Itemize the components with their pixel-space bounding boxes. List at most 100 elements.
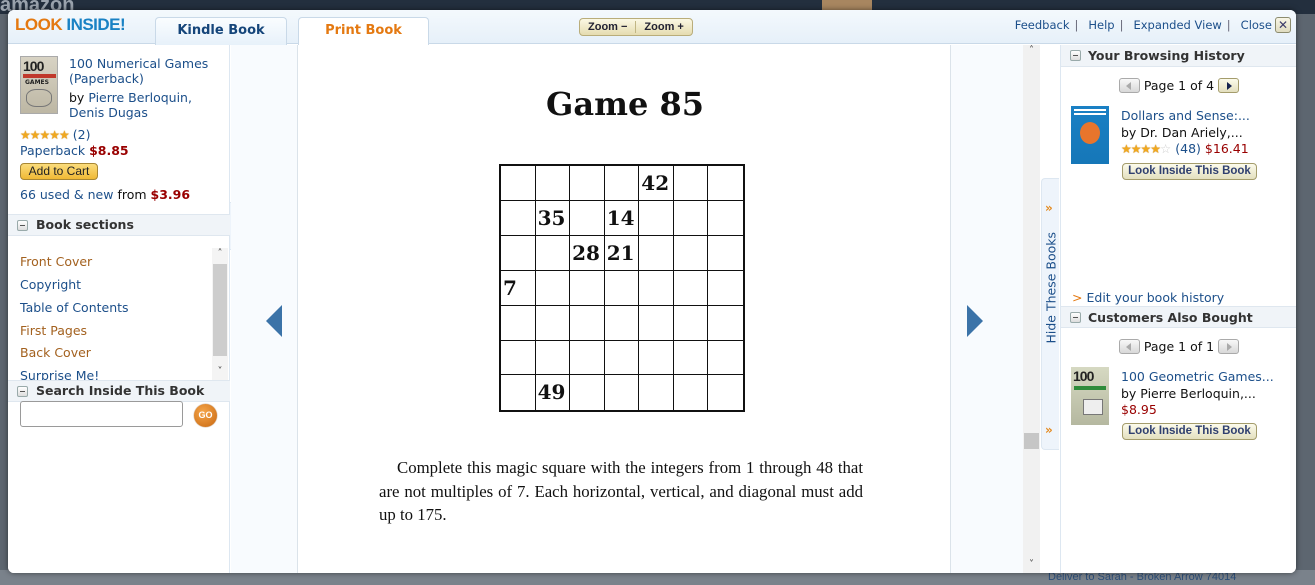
search-inside-input[interactable] [20,401,183,427]
grid-cell [501,236,536,271]
cover-number: 100 [1073,368,1094,384]
grid-cell [673,340,709,376]
grid-cell [535,166,571,201]
help-link[interactable]: Help [1088,18,1114,32]
star-rating-icon[interactable]: ★★★★ [1121,142,1161,156]
also-bought-pager: Page 1 of 1 [1061,339,1296,354]
book-title-link[interactable]: 100 Numerical Games (Paperback) [69,56,219,86]
history-book-title-link[interactable]: Dollars and Sense:... [1121,108,1250,123]
also-bought-title-link[interactable]: 100 Geometric Games... [1121,369,1274,384]
grid-cell [674,375,709,410]
grid-cell: 35 [535,201,571,236]
also-bought-author: by Pierre Berloquin,... [1121,386,1256,401]
history-book-price: $16.41 [1204,141,1249,156]
book-authors: by Pierre Berloquin, Denis Dugas [69,90,219,120]
browsing-history-header[interactable]: Your Browsing History [1061,45,1296,67]
collapse-minus-icon[interactable] [1070,312,1081,323]
book-cover-image[interactable]: 100 GAMES [20,56,58,114]
geometric-games-cover[interactable]: 100 [1071,367,1109,425]
section-table-of-contents[interactable]: Table of Contents [20,300,129,315]
collapse-minus-icon[interactable] [1070,50,1081,61]
next-page-arrow-icon[interactable] [967,305,983,337]
section-front-cover[interactable]: Front Cover [20,254,92,269]
page-instructions: Complete this magic square with the inte… [379,458,863,524]
search-inside-header[interactable]: Search Inside This Book [8,380,230,402]
pager-prev-icon[interactable] [1118,78,1140,93]
grid-cell [570,201,605,236]
rating-row: ★★★★★ (2) [20,127,91,142]
previous-page-arrow-icon[interactable] [266,305,282,337]
search-go-button[interactable]: GO [194,404,217,427]
author-link[interactable]: Pierre Berloquin, [88,90,192,105]
scroll-thumb[interactable] [1024,433,1039,449]
section-back-cover[interactable]: Back Cover [20,345,91,360]
feedback-link[interactable]: Feedback [1015,18,1070,32]
look-inside-button[interactable]: Look Inside This Book [1122,163,1257,180]
sections-scrollbar[interactable]: ˄ ˅ [212,248,228,380]
close-icon[interactable]: ✕ [1275,17,1291,33]
grid-cell [673,201,709,236]
section-surprise-me[interactable]: Surprise Me! [20,368,99,380]
expanded-view-link[interactable]: Expanded View [1133,18,1221,32]
grid-cell: 21 [604,236,640,271]
grid-cell [708,236,743,271]
grid-cell [708,166,743,201]
section-copyright[interactable]: Copyright [20,277,81,292]
zoom-out-button[interactable]: Zoom − [580,19,635,35]
also-bought-price: $8.95 [1121,402,1157,417]
cover-subtitle: GAMES [25,79,49,86]
hide-these-books-label: Hide These Books [1043,231,1059,344]
scroll-thumb[interactable] [213,264,227,356]
format-link[interactable]: Paperback [20,143,85,158]
scroll-up-icon[interactable]: ˄ [212,248,228,262]
grid-cell [604,166,640,201]
section-first-pages[interactable]: First Pages [20,323,87,338]
look-inside-button[interactable]: Look Inside This Book [1122,423,1257,440]
also-bought-header[interactable]: Customers Also Bought [1061,306,1296,328]
add-to-cart-button[interactable]: Add to Cart [20,163,98,180]
scroll-down-icon[interactable]: ˅ [212,366,228,380]
edit-book-history-link[interactable]: > Edit your book history [1072,290,1224,305]
chevron-right-icon: > [1072,290,1083,305]
scroll-up-icon[interactable]: ˄ [1023,45,1040,59]
used-new-row: 66 used & new from $3.96 [20,187,190,202]
pager-text: Page 1 of 4 [1143,78,1215,93]
pager-next-icon[interactable] [1218,339,1240,354]
author-link[interactable]: Denis Dugas [69,105,148,120]
left-panel: 100 GAMES 100 Numerical Games (Paperback… [8,45,230,573]
book-sections-header[interactable]: Book sections [8,214,230,236]
pager-next-icon[interactable] [1218,78,1240,93]
scroll-down-icon[interactable]: ˅ [1023,559,1040,573]
collapse-minus-icon[interactable] [17,220,28,231]
grid-cell [604,271,640,306]
also-bought-meta: $8.95 [1121,402,1157,417]
tab-kindle-book[interactable]: Kindle Book [155,17,287,45]
cover-band [23,74,56,78]
close-link[interactable]: Close [1241,18,1272,32]
pager-prev-icon[interactable] [1118,339,1140,354]
cover-title-lines [1074,109,1106,115]
cover-number: 100 [23,58,44,74]
used-new-link[interactable]: 66 used & new [20,187,113,202]
grid-cell [501,375,536,410]
grid-cell [501,306,536,341]
grid-cell [639,306,674,341]
grid-cell [708,271,743,306]
grid-cell [570,166,605,201]
zoom-in-button[interactable]: Zoom + [636,19,691,35]
tab-print-book[interactable]: Print Book [298,17,429,45]
cover-illustration [1083,399,1103,415]
grid-cell [673,236,709,271]
dollars-and-sense-cover[interactable] [1071,106,1109,164]
history-review-count-link[interactable]: (48) [1175,141,1201,156]
grid-cell [535,236,571,271]
star-rating-icon[interactable]: ★★★★★ [20,128,70,142]
hide-these-books-tab[interactable]: » Hide These Books » [1041,178,1059,450]
format-price-row: Paperback $8.85 [20,143,129,158]
pager-text: Page 1 of 1 [1143,339,1215,354]
reader-scrollbar[interactable]: ˄ ˅ [1023,45,1040,573]
collapse-minus-icon[interactable] [17,386,28,397]
review-count-link[interactable]: (2) [73,127,91,142]
cover-head-illustration [1080,122,1100,144]
grid-cell [501,166,536,201]
